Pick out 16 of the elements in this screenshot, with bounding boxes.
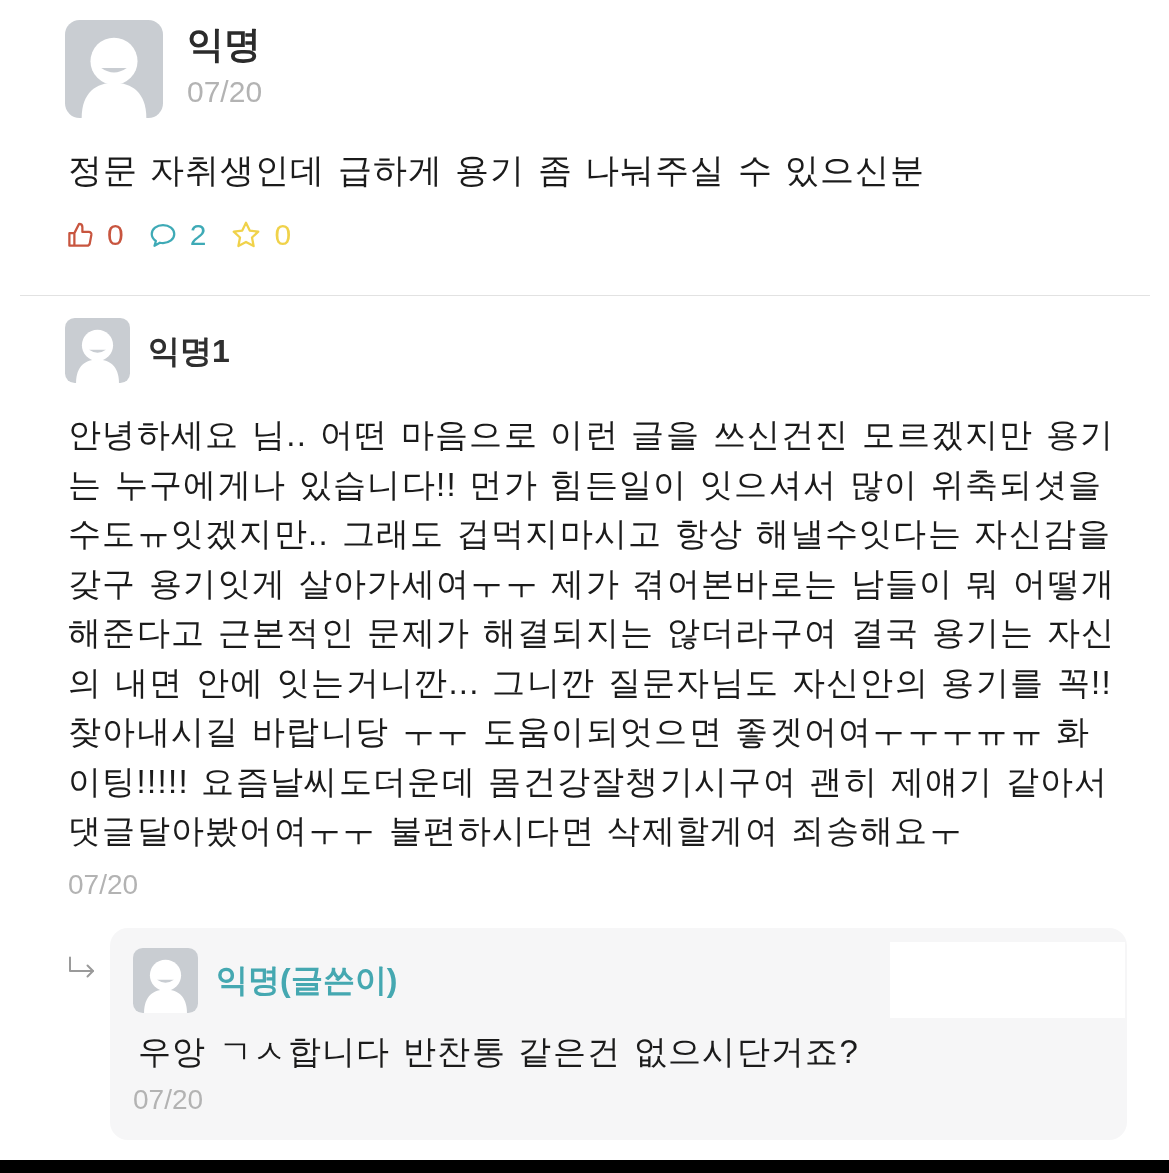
reply-date: 07/20 bbox=[133, 1082, 204, 1117]
avatar-icon bbox=[65, 20, 163, 118]
author-name: 익명 bbox=[187, 23, 261, 66]
post-date: 07/20 bbox=[187, 74, 263, 110]
comment-date: 07/20 bbox=[68, 867, 139, 902]
author-name: 익명(글쓴이) bbox=[216, 961, 398, 999]
reply-text: 우앙 ㄱㅅ합니다 반찬통 같은건 없으시단거죠? bbox=[138, 1031, 860, 1072]
avatar-icon bbox=[65, 318, 130, 383]
comment-text: 안녕하세요 님.. 어떤 마음으로 이런 글을 쓰신건진 모르겠지만 용기는 누구에게나 있습니다!! 먼가 힘든일이 잇으셔서 많이 위축되셧을 수도ㅠ잇겠지만.. 그래도 겁먹지마시고 항상 해낼수잇다는 자신감을 갖구 용기잇게 살아가세여ㅜㅜ 제가 겪어본바로는 남들이 뭐 어떻개해준다고 근본적인 문제가 해결되지는 않더라구여 결국 용기는 자신의 내면 안에 잇는거니깐... 그니깐 질문자님도 자신안의 용기를 꼭!! 찾아내시길 바랍니당 ㅜㅜ 도움이되엇으면 좋겟어여ㅜㅜㅜㅠㅠ 화이팅!!!!! 요즘날씨도더운데 몸건강잘챙기시구여 괜히 제얘기 같아서 댓글달아봤어여ㅜㅜ 불편하시다면 삭제할게여 죄송해요ㅜ bbox=[68, 415, 1117, 851]
like-count: 0 bbox=[107, 217, 124, 253]
comment-count: 2 bbox=[189, 217, 207, 253]
reply-arrow-icon bbox=[68, 955, 95, 978]
avatar-icon bbox=[133, 947, 198, 1013]
post-title: 정문 자취생인데 급하게 용기 좀 나눠주실 수 있으신분 bbox=[68, 150, 926, 190]
author-name: 익명1 bbox=[148, 331, 230, 370]
star-count: 0 bbox=[274, 217, 292, 253]
